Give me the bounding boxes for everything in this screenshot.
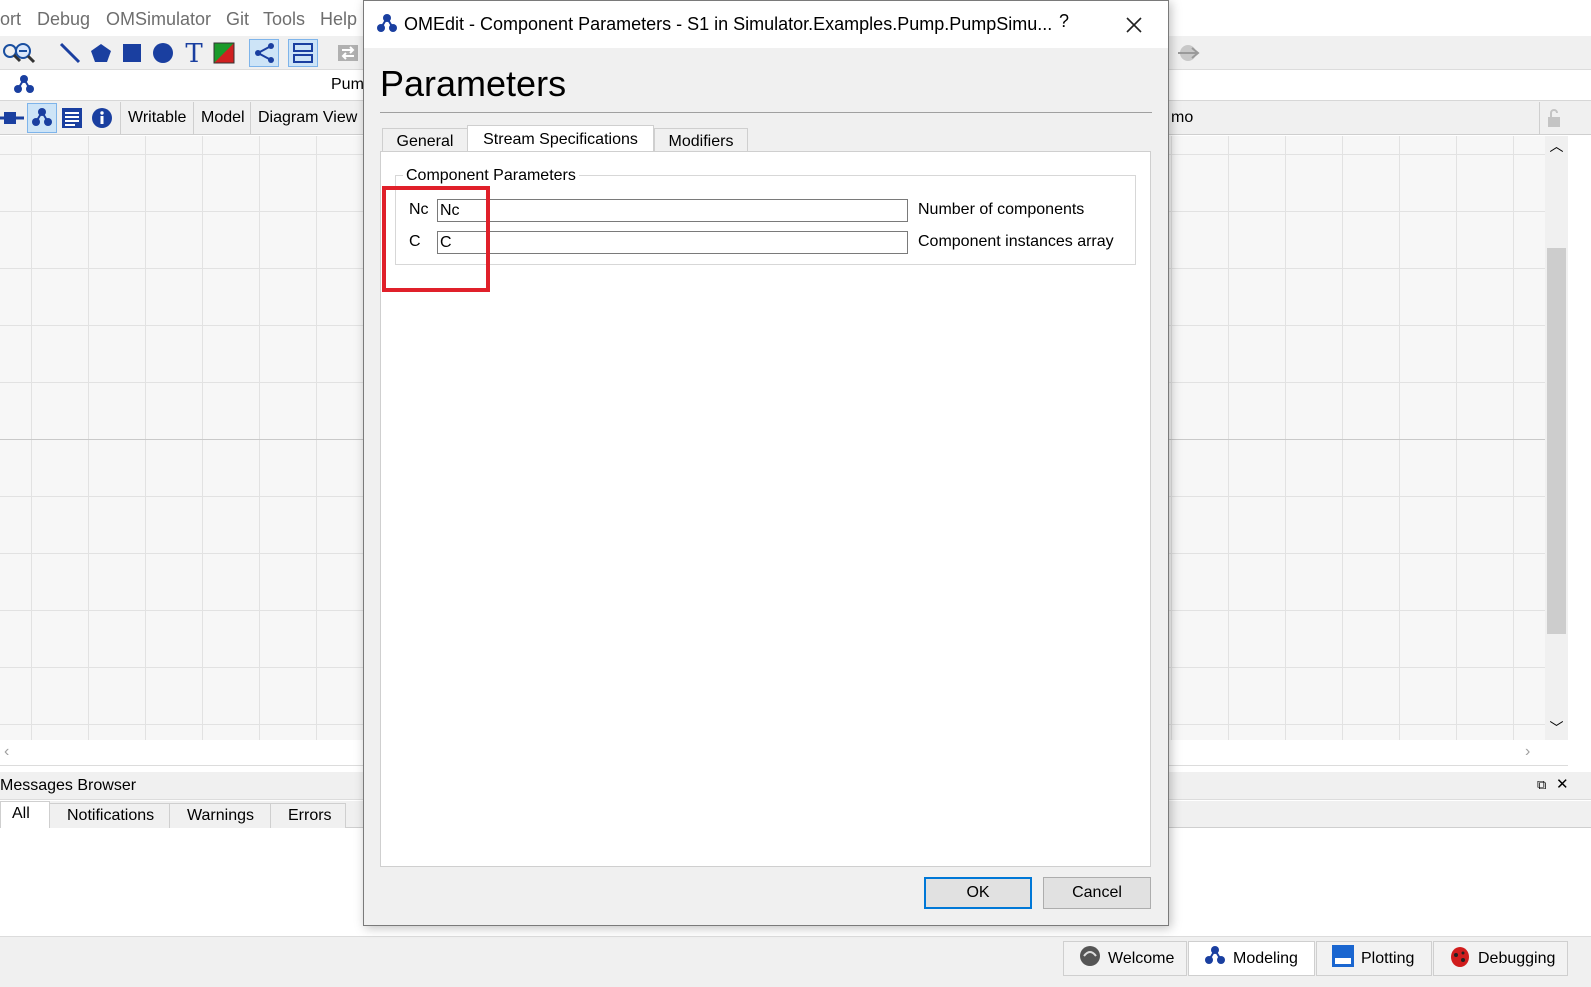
modeling-icon	[1203, 945, 1227, 972]
menu-export[interactable]: ort	[0, 9, 21, 30]
close-icon[interactable]: ✕	[1556, 775, 1569, 793]
debugging-icon	[1448, 944, 1472, 973]
debugging-label: Debugging	[1478, 949, 1556, 967]
transition-mode-icon[interactable]	[288, 39, 318, 67]
component-parameters-group: Component Parameters Nc Number of compon…	[395, 167, 1136, 265]
dialog-titlebar: OMEdit - Component Parameters - S1 in Si…	[364, 1, 1168, 48]
close-button[interactable]	[1118, 9, 1150, 41]
debugging-perspective-button[interactable]: Debugging	[1433, 941, 1568, 976]
param-input-c[interactable]	[437, 231, 908, 254]
vertical-scrollbar[interactable]: ︿ ﹀	[1545, 136, 1568, 740]
group-title: Component Parameters	[403, 167, 579, 185]
plotting-label: Plotting	[1361, 949, 1415, 967]
param-desc-nc: Number of components	[918, 201, 1085, 218]
help-button[interactable]: ?	[1052, 11, 1076, 37]
tab-errors[interactable]: Errors	[270, 803, 346, 828]
tab-stream-specifications[interactable]: Stream Specifications	[467, 125, 654, 153]
tab-modifiers[interactable]: Modifiers	[654, 128, 748, 152]
perspective-bar: Welcome Modeling Plotting Debugging	[0, 936, 1591, 987]
info-icon[interactable]	[90, 106, 114, 130]
writable-label: Writable	[120, 102, 193, 134]
lock-icon[interactable]	[1539, 102, 1568, 134]
tab-general[interactable]: General	[382, 128, 468, 152]
menu-help[interactable]: Help	[320, 9, 357, 30]
text-view-icon[interactable]	[60, 106, 84, 130]
line-tool-icon[interactable]	[58, 41, 82, 65]
messages-browser-title: Messages Browser	[0, 777, 137, 794]
diagram-view-icon[interactable]	[27, 103, 57, 133]
scroll-right-icon[interactable]: ›	[1525, 743, 1530, 761]
param-desc-c: Component instances array	[918, 233, 1114, 250]
modelica-class-icon	[12, 74, 36, 101]
ellipse-tool-icon[interactable]	[151, 41, 175, 65]
scroll-down-icon[interactable]: ﹀	[1545, 718, 1568, 738]
bitmap-tool-icon[interactable]	[212, 41, 236, 65]
diagram-view-label: Diagram View	[250, 102, 364, 134]
model-title: Pum	[331, 76, 364, 93]
welcome-perspective-button[interactable]: Welcome	[1063, 941, 1187, 976]
scrollbar-thumb[interactable]	[1547, 248, 1566, 634]
dialog-title: OMEdit - Component Parameters - S1 in Si…	[404, 14, 1053, 34]
model-label: Model	[193, 102, 252, 134]
tab-all[interactable]: All	[0, 801, 50, 829]
menu-git[interactable]: Git	[226, 9, 249, 30]
swap-icon[interactable]	[336, 41, 360, 65]
ok-button[interactable]: OK	[924, 877, 1032, 909]
rectangle-tool-icon[interactable]	[120, 41, 144, 65]
tab-panel: Component Parameters Nc Number of compon…	[380, 151, 1151, 867]
plotting-perspective-button[interactable]: Plotting	[1316, 941, 1432, 976]
tab-warnings[interactable]: Warnings	[169, 803, 271, 828]
icon-view-icon[interactable]	[0, 106, 24, 130]
float-icon[interactable]: ⧉	[1537, 777, 1546, 793]
plotting-icon	[1331, 944, 1355, 973]
close-icon	[1126, 17, 1142, 33]
modeling-label: Modeling	[1233, 949, 1298, 967]
component-parameters-dialog: OMEdit - Component Parameters - S1 in Si…	[363, 0, 1169, 926]
modeling-perspective-button[interactable]: Modeling	[1188, 941, 1315, 976]
scroll-up-icon[interactable]: ︿	[1545, 136, 1568, 156]
cancel-button[interactable]: Cancel	[1043, 877, 1151, 909]
scroll-left-icon[interactable]: ‹	[4, 743, 9, 761]
tab-notifications[interactable]: Notifications	[49, 803, 170, 828]
heading-divider	[380, 112, 1152, 113]
polygon-tool-icon[interactable]	[89, 41, 113, 65]
dialog-heading: Parameters	[380, 63, 567, 104]
highlight-annotation	[382, 186, 490, 292]
connect-mode-icon[interactable]	[249, 39, 279, 67]
text-tool-icon[interactable]: T	[182, 41, 206, 65]
omedit-icon	[375, 13, 399, 40]
param-input-nc[interactable]	[437, 199, 908, 222]
welcome-label: Welcome	[1108, 949, 1175, 967]
menu-omsimulator[interactable]: OMSimulator	[106, 9, 211, 30]
menu-debug[interactable]: Debug	[37, 9, 90, 30]
menu-tools[interactable]: Tools	[263, 9, 305, 30]
zoom-out-icon[interactable]	[13, 41, 37, 65]
welcome-icon	[1078, 944, 1102, 973]
model-path-partial: mo	[1171, 109, 1194, 126]
simulate-icon[interactable]	[1176, 41, 1200, 65]
svg-text:T: T	[185, 41, 203, 65]
